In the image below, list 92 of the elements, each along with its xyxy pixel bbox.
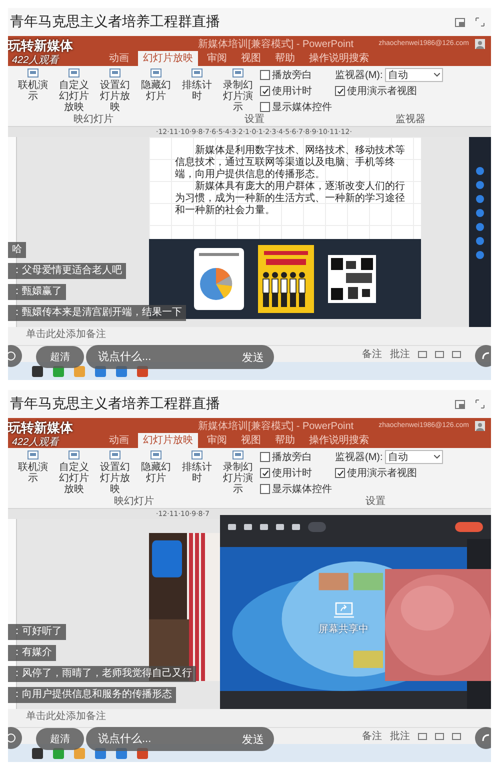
- ribbon-tab[interactable]: 视图: [236, 51, 266, 66]
- ribbon-button[interactable]: 自定义幻灯片放映: [55, 68, 93, 113]
- ribbon-tab[interactable]: 帮助: [270, 433, 300, 448]
- chat-message: ：父母爱情更适合老人吧: [8, 263, 126, 279]
- ribbon-button[interactable]: 排练计时: [178, 450, 216, 484]
- checkbox[interactable]: [260, 468, 270, 478]
- group-label: 映幻灯片: [114, 496, 154, 508]
- ribbon-button[interactable]: 隐藏幻灯片: [137, 68, 175, 102]
- slide-paragraph: 新媒体是利用数字技术、网络技术、移动技术等信息技术，通过互联网等渠道以及电脑、手机等终端，向用户提供信息的传播形态。: [174, 144, 406, 180]
- chat-message: ：风停了，雨晴了，老师我觉得自己又行: [8, 666, 196, 682]
- checkbox-label: 使用计时: [272, 84, 312, 98]
- ribbon-tab[interactable]: 动画: [104, 51, 134, 66]
- user-icon[interactable]: [475, 420, 485, 430]
- ribbon-button[interactable]: 录制幻灯片演示: [219, 450, 257, 495]
- chat-message: ：向用户提供信息和服务的传播形态: [8, 687, 176, 703]
- ribbon-tab[interactable]: 审阅: [202, 51, 232, 66]
- status-item[interactable]: 备注: [362, 729, 382, 743]
- checkbox-label: 显示媒体控件: [272, 101, 332, 114]
- popout-icon[interactable]: [455, 400, 465, 408]
- checkbox-label: 播放旁白: [272, 450, 312, 464]
- chat-message: ：甄嬛赢了: [8, 284, 66, 300]
- chat-message: ：甄嬛传本来是清宫剧开端，结果一下: [8, 305, 186, 321]
- chat-message: ：可好听了: [8, 624, 66, 640]
- chevron-down-icon: [434, 455, 440, 459]
- viewer-count: 422人观看: [12, 436, 59, 449]
- ribbon-tab[interactable]: 幻灯片放映: [138, 433, 198, 448]
- quality-button[interactable]: 超清: [36, 346, 84, 368]
- chat-message: ：有媒介: [8, 645, 56, 661]
- ribbon-tab[interactable]: 帮助: [270, 51, 300, 66]
- taskbar-app-icon[interactable]: [74, 748, 85, 758]
- ribbon-tab[interactable]: 操作说明搜索: [304, 51, 374, 66]
- window-title: 新媒体培训[兼容模式] - PowerPoint: [198, 38, 355, 50]
- checkbox[interactable]: [260, 70, 270, 80]
- channel-name: 玩转新媒体: [8, 419, 73, 436]
- stream-title: 青年马克思主义者培养工程群直播: [10, 13, 221, 31]
- taskbar-app-icon[interactable]: [32, 748, 43, 758]
- taskbar-app-icon[interactable]: [74, 366, 85, 376]
- comment-field[interactable]: 说点什么... 发送: [86, 345, 274, 369]
- popout-icon[interactable]: [455, 18, 465, 26]
- chat-message: 哈: [8, 242, 26, 258]
- ribbon-button[interactable]: 自定义幻灯片放映: [55, 450, 93, 495]
- checkbox[interactable]: [335, 86, 345, 96]
- checkbox[interactable]: [260, 86, 270, 96]
- notes-field[interactable]: 单击此处添加备注: [8, 327, 491, 345]
- group-label: 映幻灯片: [74, 114, 114, 126]
- ribbon-button[interactable]: 设置幻灯片放映: [96, 450, 134, 495]
- ribbon-tab[interactable]: 幻灯片放映: [138, 51, 198, 66]
- checkbox[interactable]: [335, 468, 345, 478]
- ribbon-button[interactable]: 设置幻灯片放映: [96, 68, 134, 113]
- monitor-select[interactable]: 自动: [384, 450, 443, 464]
- taskbar-app-icon[interactable]: [32, 366, 43, 376]
- fullscreen-icon[interactable]: [475, 17, 485, 27]
- ribbon-button[interactable]: 联机演示: [14, 68, 52, 102]
- fullscreen-icon[interactable]: [475, 399, 485, 409]
- ribbon-button[interactable]: 隐藏幻灯片: [137, 450, 175, 484]
- monitor-select[interactable]: 自动: [384, 68, 443, 82]
- user-icon[interactable]: [475, 38, 485, 48]
- checkbox-label: 使用演示者视图: [347, 84, 417, 98]
- group-label: 监视器: [396, 114, 426, 126]
- status-item[interactable]: 批注: [390, 347, 410, 361]
- status-item[interactable]: 批注: [390, 729, 410, 743]
- send-button[interactable]: 发送: [242, 350, 264, 364]
- viewer-count: 422人观看: [12, 54, 59, 67]
- ribbon-button[interactable]: 录制幻灯片演示: [219, 68, 257, 113]
- checkbox-label: 使用演示者视图: [347, 466, 417, 480]
- group-label: 设置: [244, 114, 264, 126]
- checkbox-label: 使用计时: [272, 466, 312, 480]
- checkbox-label: 播放旁白: [272, 68, 312, 82]
- ribbon-tab[interactable]: 审阅: [202, 433, 232, 448]
- group-label: 设置: [365, 496, 386, 508]
- window-title: 新媒体培训[兼容模式] - PowerPoint: [198, 420, 355, 432]
- ribbon-button[interactable]: 联机演示: [14, 450, 52, 484]
- notes-field[interactable]: 单击此处添加备注: [8, 709, 491, 727]
- stop-button[interactable]: [455, 522, 483, 532]
- slide-paragraph: 新媒体具有庞大的用户群体，逐渐改变人们的行为习惯，成为一种新的生活方式、一种新的学习途径和一种新的社会力量。: [174, 181, 406, 217]
- send-button[interactable]: 发送: [242, 732, 264, 746]
- checkbox[interactable]: [260, 102, 270, 112]
- quality-button[interactable]: 超清: [36, 728, 84, 750]
- channel-name: 玩转新媒体: [8, 37, 73, 54]
- ribbon-tab[interactable]: 动画: [104, 433, 134, 448]
- stream-title: 青年马克思主义者培养工程群直播: [10, 395, 221, 413]
- comment-field[interactable]: 说点什么... 发送: [86, 727, 274, 751]
- ribbon-tab[interactable]: 视图: [236, 433, 266, 448]
- checkbox[interactable]: [260, 484, 270, 494]
- ribbon-tab[interactable]: 操作说明搜索: [304, 433, 374, 448]
- checkbox[interactable]: [260, 452, 270, 462]
- checkbox-label: 显示媒体控件: [272, 483, 332, 496]
- monitor-label: 监视器(M):: [335, 68, 383, 82]
- monitor-label: 监视器(M):: [335, 450, 383, 464]
- ribbon-button[interactable]: 排练计时: [178, 68, 216, 102]
- status-item[interactable]: 备注: [362, 347, 382, 361]
- chevron-down-icon: [434, 73, 440, 77]
